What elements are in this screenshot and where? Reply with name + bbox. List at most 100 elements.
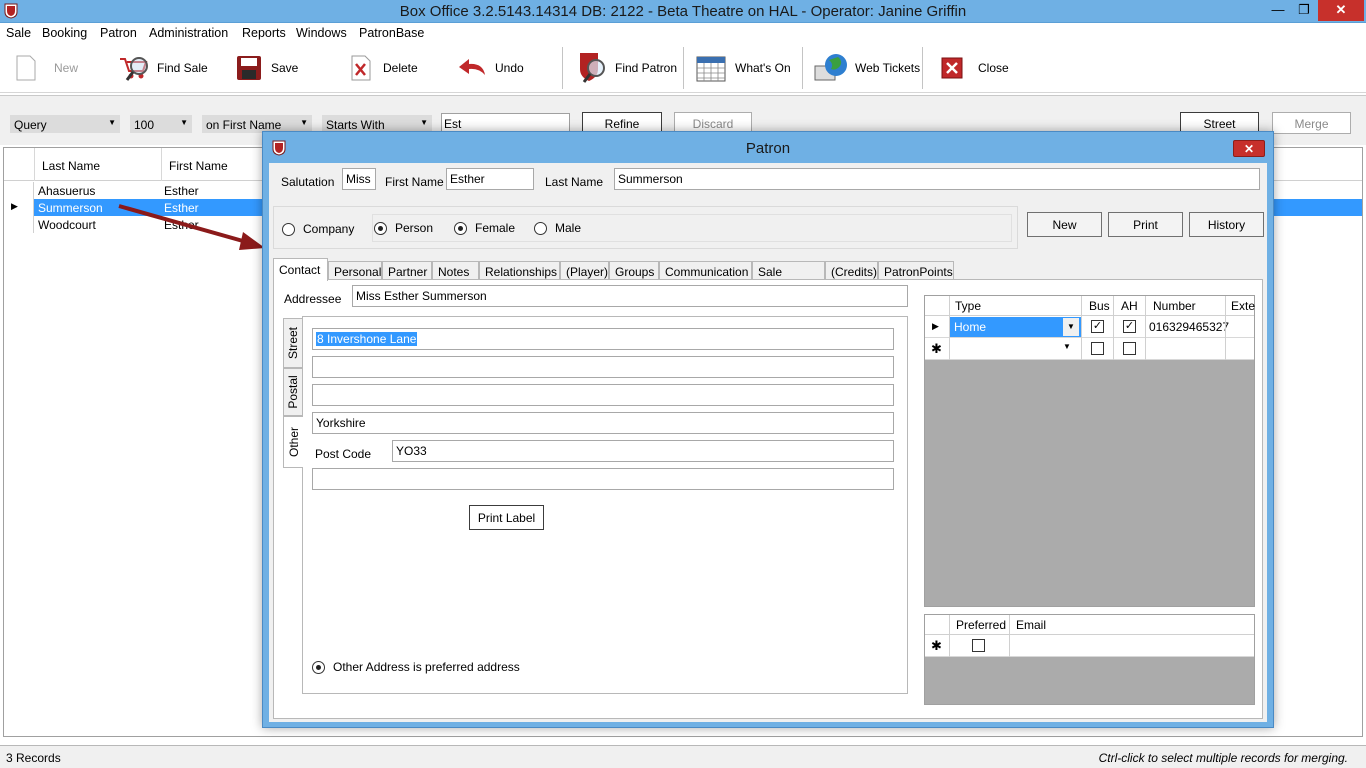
- toolbar-separator: [922, 47, 923, 89]
- email-new-row[interactable]: ✱: [925, 635, 1254, 657]
- print-label-button[interactable]: Print Label: [469, 505, 544, 530]
- menu-patronbase[interactable]: PatronBase: [359, 26, 424, 40]
- tab-communication[interactable]: Communication: [659, 261, 752, 280]
- menu-administration[interactable]: Administration: [149, 26, 228, 40]
- first-name-label: First Name: [385, 175, 444, 189]
- radio-circle: [374, 221, 387, 235]
- merge-button[interactable]: Merge: [1272, 112, 1351, 134]
- phone-row[interactable]: ▶ Home ▼ ✓ ✓ 016329465327: [925, 316, 1254, 338]
- company-radio[interactable]: Company: [282, 222, 354, 236]
- print-button[interactable]: Print: [1108, 212, 1183, 237]
- column-divider: [1225, 296, 1226, 360]
- address-panel: 8 Invershone Lane Yorkshire Post Code YO…: [302, 316, 908, 694]
- postcode-label: Post Code: [315, 447, 372, 461]
- address-county[interactable]: Yorkshire: [312, 412, 894, 434]
- tab-postal-address[interactable]: Postal: [283, 368, 303, 416]
- male-radio[interactable]: Male: [534, 221, 581, 235]
- tab-credits[interactable]: (Credits): [825, 261, 878, 280]
- dropdown-arrow-icon: ▼: [180, 118, 188, 127]
- tab-street-address[interactable]: Street: [283, 318, 303, 368]
- web-tickets-button[interactable]: Web Tickets: [813, 49, 920, 87]
- phone-type-select[interactable]: Home ▼: [950, 317, 1081, 337]
- address-line-6[interactable]: [312, 468, 894, 490]
- first-name-field[interactable]: Esther: [446, 168, 534, 190]
- addressee-field[interactable]: Miss Esther Summerson: [352, 285, 908, 307]
- minimize-button[interactable]: —: [1265, 0, 1291, 21]
- column-divider: [161, 148, 162, 181]
- preferred-checkbox[interactable]: [972, 639, 985, 652]
- postcode-field[interactable]: YO33: [392, 440, 894, 462]
- save-button[interactable]: Save: [231, 49, 298, 87]
- tab-partner[interactable]: Partner: [382, 261, 432, 280]
- menu-windows[interactable]: Windows: [296, 26, 347, 40]
- new-patron-button[interactable]: New: [1027, 212, 1102, 237]
- maximize-button[interactable]: ❐: [1291, 0, 1317, 21]
- ah-checkbox[interactable]: [1123, 342, 1136, 355]
- addressee-label: Addressee: [284, 292, 342, 306]
- column-header-first-name[interactable]: First Name: [169, 159, 228, 173]
- new-button[interactable]: New: [8, 49, 78, 87]
- dropdown-arrow-icon: ▼: [108, 118, 116, 127]
- menu-sale[interactable]: Sale: [6, 26, 31, 40]
- tab-other-address[interactable]: Other: [283, 416, 303, 468]
- column-header-email[interactable]: Email: [1016, 618, 1046, 632]
- tab-contact[interactable]: Contact: [273, 258, 328, 281]
- delete-button[interactable]: Delete: [343, 49, 418, 87]
- preferred-address-radio[interactable]: Other Address is preferred address: [312, 660, 520, 674]
- close-window-button[interactable]: ✕: [1318, 0, 1364, 21]
- person-radio[interactable]: Person: [374, 221, 433, 235]
- dialog-title: Patron: [745, 140, 791, 157]
- query-search-input[interactable]: Est: [441, 113, 570, 133]
- history-button[interactable]: History: [1189, 212, 1264, 237]
- column-header-last-name[interactable]: Last Name: [42, 159, 100, 173]
- bus-checkbox[interactable]: [1091, 342, 1104, 355]
- radio-circle: [312, 660, 325, 674]
- tab-patronpoints[interactable]: PatronPoints: [878, 261, 954, 280]
- menu-patron[interactable]: Patron: [100, 26, 137, 40]
- row-selector[interactable]: [4, 182, 34, 199]
- undo-button[interactable]: Undo: [454, 49, 524, 87]
- column-header-number[interactable]: Number: [1153, 299, 1196, 313]
- dropdown-arrow-icon: ▼: [300, 118, 308, 127]
- address-line-1[interactable]: 8 Invershone Lane: [312, 328, 894, 350]
- dialog-close-button[interactable]: ✕: [1233, 140, 1265, 157]
- last-name-field[interactable]: Summerson: [614, 168, 1260, 190]
- dropdown-arrow-icon[interactable]: ▼: [1063, 342, 1071, 351]
- column-header-ah[interactable]: AH: [1121, 299, 1138, 313]
- row-selector[interactable]: ▶: [4, 199, 34, 216]
- column-header-type[interactable]: Type: [955, 299, 981, 313]
- row-selector[interactable]: [4, 216, 34, 233]
- query-mode-select[interactable]: Query ▼: [10, 115, 120, 133]
- new-row-asterisk-icon: ✱: [931, 638, 942, 653]
- menu-booking[interactable]: Booking: [42, 26, 87, 40]
- ah-checkbox[interactable]: ✓: [1123, 320, 1136, 333]
- column-header-extension[interactable]: Exte: [1231, 299, 1255, 313]
- tab-relationships[interactable]: Relationships: [479, 261, 560, 280]
- status-hint: Ctrl-click to select multiple records fo…: [1098, 751, 1348, 765]
- address-line-3[interactable]: [312, 384, 894, 406]
- close-button[interactable]: Close: [934, 49, 1009, 87]
- menu-reports[interactable]: Reports: [242, 26, 286, 40]
- find-patron-button[interactable]: Find Patron: [574, 49, 677, 87]
- whats-on-button[interactable]: What's On: [693, 49, 791, 87]
- tab-sale-history[interactable]: Sale History: [752, 261, 825, 293]
- dropdown-arrow-icon[interactable]: ▼: [1063, 318, 1079, 336]
- current-row-arrow-icon: ▶: [11, 201, 18, 211]
- toolbar-separator: [802, 47, 803, 89]
- column-header-preferred[interactable]: Preferred: [956, 618, 1006, 632]
- address-line-2[interactable]: [312, 356, 894, 378]
- find-sale-button[interactable]: Find Sale: [117, 49, 208, 87]
- salutation-field[interactable]: Miss: [342, 168, 376, 190]
- query-limit-select[interactable]: 100 ▼: [130, 115, 192, 133]
- tab-player[interactable]: (Player): [560, 261, 609, 280]
- female-radio[interactable]: Female: [454, 221, 515, 235]
- tab-notes[interactable]: Notes: [432, 261, 479, 280]
- dropdown-arrow-icon: ▼: [420, 118, 428, 127]
- column-header-bus[interactable]: Bus: [1089, 299, 1110, 313]
- tab-personal[interactable]: Personal: [328, 261, 382, 280]
- phone-number-cell[interactable]: 016329465327: [1149, 320, 1229, 334]
- phone-new-row[interactable]: ✱ ▼: [925, 338, 1254, 360]
- toolbar-separator: [562, 47, 563, 89]
- bus-checkbox[interactable]: ✓: [1091, 320, 1104, 333]
- tab-groups[interactable]: Groups: [609, 261, 659, 280]
